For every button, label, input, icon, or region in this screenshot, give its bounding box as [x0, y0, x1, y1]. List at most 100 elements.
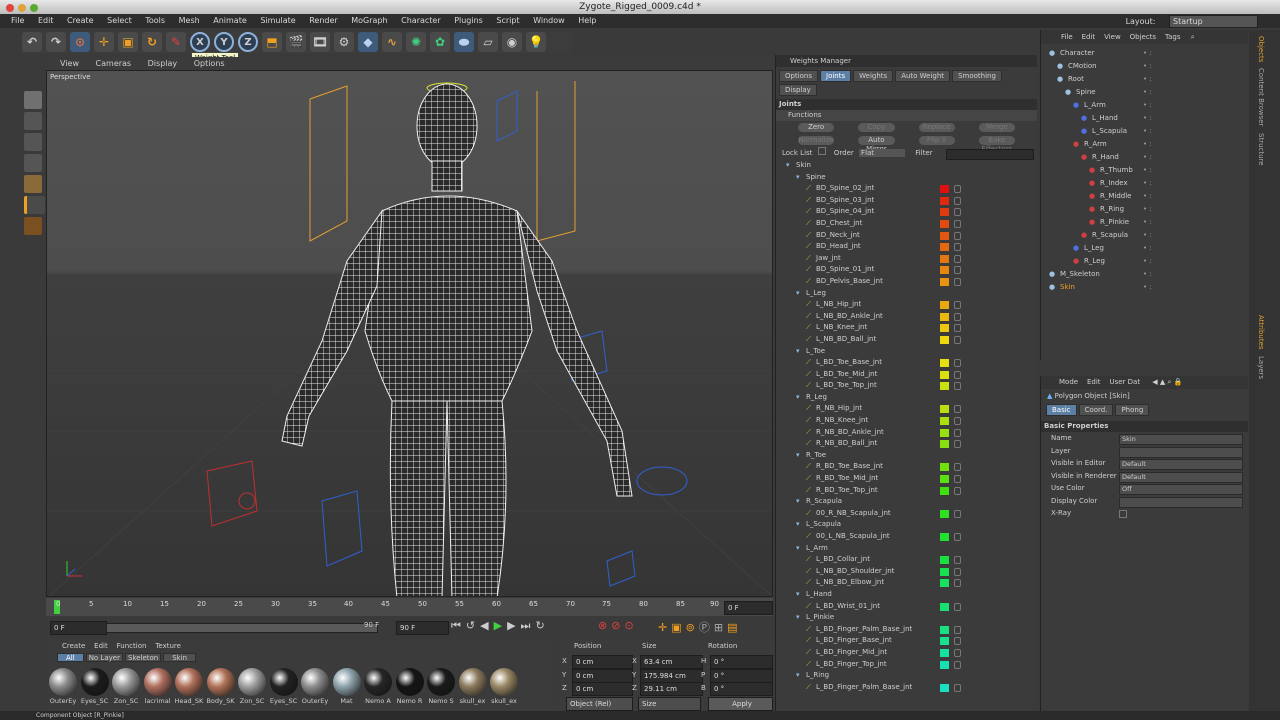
coordinate-system-icon[interactable]: ⬒	[262, 32, 282, 52]
joint-row[interactable]: ⟋ BD_Neck_jnt	[780, 230, 1037, 242]
joint-color-swatch[interactable]	[940, 463, 949, 472]
joint-color-swatch[interactable]	[940, 440, 949, 449]
joint-color-swatch[interactable]	[940, 254, 949, 263]
joint-row[interactable]: ⟋ L_BD_Finger_Base_jnt	[780, 635, 1037, 647]
order-select[interactable]: Flat	[859, 149, 906, 157]
scale-key-icon[interactable]: ▣	[671, 621, 685, 634]
object-row[interactable]: ● Skin • :	[1041, 281, 1248, 294]
joint-row[interactable]: ⟋ L_NB_BD_Shoulder_jnt	[780, 566, 1037, 578]
render-view-icon[interactable]: 🎬	[286, 32, 306, 52]
mograph-cloner-icon[interactable]: ✿	[430, 32, 450, 52]
visibility-dots-icon[interactable]: • :	[1143, 112, 1152, 125]
joint-row[interactable]: ⟋ 00_R_NB_Scapula_jnt	[780, 508, 1037, 520]
object-row[interactable]: ● R_Pinkie • :	[1041, 216, 1248, 229]
object-row[interactable]: ● R_Ring • :	[1041, 203, 1248, 216]
material-swatch[interactable]	[364, 668, 392, 696]
expand-arrow-icon[interactable]: ▾	[786, 160, 796, 172]
joint-lock-icon[interactable]	[954, 277, 961, 286]
axis-mode-icon[interactable]	[24, 196, 45, 214]
joint-color-swatch[interactable]	[940, 243, 949, 252]
joint-color-swatch[interactable]	[940, 277, 949, 286]
joint-lock-icon[interactable]	[954, 324, 961, 333]
joint-row[interactable]: ⟋ R_NB_Knee_jnt	[780, 415, 1037, 427]
parameter-key-icon[interactable]: Ⓟ	[699, 621, 714, 634]
play-icon[interactable]: ▶	[494, 619, 507, 632]
object-row[interactable]: ● Spine • :	[1041, 86, 1248, 99]
joint-lock-icon[interactable]	[954, 405, 961, 414]
menu-animate[interactable]: Animate	[213, 16, 247, 25]
joint-group-row[interactable]: ▾ L_Arm	[780, 543, 1037, 555]
joint-group-row[interactable]: ▾ L_Hand	[780, 589, 1037, 601]
start-frame-field[interactable]: 0 F	[50, 621, 107, 635]
replace-button[interactable]: Replace	[918, 123, 955, 132]
joint-row[interactable]: ⟋ R_NB_BD_Ankle_jnt	[780, 427, 1037, 439]
deformer-icon[interactable]: ⬬	[454, 32, 474, 52]
visibility-dots-icon[interactable]: • :	[1143, 164, 1152, 177]
viewport-menu-display[interactable]: Display	[148, 59, 178, 68]
joint-lock-icon[interactable]	[954, 382, 961, 391]
joint-color-swatch[interactable]	[940, 509, 949, 518]
visibility-dots-icon[interactable]: • :	[1143, 151, 1152, 164]
next-frame-icon[interactable]: ▶	[507, 619, 520, 632]
object-row[interactable]: ● R_Middle • :	[1041, 190, 1248, 203]
visibility-dots-icon[interactable]: • :	[1143, 99, 1152, 112]
visibility-dots-icon[interactable]: • :	[1143, 47, 1152, 60]
size-field[interactable]: 29.11 cm	[640, 682, 703, 696]
joint-lock-icon[interactable]	[954, 428, 961, 437]
joint-row[interactable]: ⟋ L_BD_Toe_Base_jnt	[780, 357, 1037, 369]
menu-edit[interactable]: Edit	[38, 16, 54, 25]
material-menu-create[interactable]: Create	[62, 642, 85, 650]
joint-row[interactable]: ⟋ BD_Spine_02_jnt	[780, 183, 1037, 195]
expand-arrow-icon[interactable]: ▾	[796, 589, 806, 601]
rotation-field[interactable]: 0 °	[710, 668, 773, 683]
snap-icon[interactable]	[24, 217, 42, 235]
attribute-value[interactable]: Default	[1119, 471, 1243, 483]
joint-color-swatch[interactable]	[940, 486, 949, 495]
expand-arrow-icon[interactable]: ▾	[796, 450, 806, 462]
joint-color-swatch[interactable]	[940, 208, 949, 217]
object-row[interactable]: ● Root • :	[1041, 73, 1248, 86]
go-to-start-icon[interactable]: ⏮	[451, 619, 466, 632]
size-field[interactable]: 63.4 cm	[640, 655, 703, 669]
rotation-key-icon[interactable]: ⊚	[686, 621, 699, 634]
key-type-controls[interactable]: ✛▣⊚Ⓟ⊞▤	[658, 619, 741, 635]
joint-lock-icon[interactable]	[954, 556, 961, 565]
visibility-dots-icon[interactable]: • :	[1143, 268, 1152, 281]
visibility-dots-icon[interactable]: • :	[1143, 242, 1152, 255]
render-picture-viewer-icon[interactable]: 🎞	[310, 32, 330, 52]
object-row[interactable]: ● R_Leg • :	[1041, 255, 1248, 268]
attr-menu-user-data[interactable]: User Dat	[1109, 378, 1140, 386]
expand-arrow-icon[interactable]: ▾	[796, 288, 806, 300]
menu-character[interactable]: Character	[401, 16, 441, 25]
joint-group-row[interactable]: ▾ Skin	[780, 160, 1037, 172]
cube-object-icon[interactable]: ◆	[358, 32, 378, 52]
move-icon[interactable]: ✛	[94, 32, 114, 52]
joint-color-swatch[interactable]	[940, 625, 949, 634]
visibility-dots-icon[interactable]: • :	[1143, 190, 1152, 203]
coord-apply-button[interactable]: Apply	[708, 697, 773, 711]
viewport-menu-cameras[interactable]: Cameras	[96, 59, 132, 68]
object-row[interactable]: ● L_Leg • :	[1041, 242, 1248, 255]
expand-arrow-icon[interactable]: ▾	[796, 543, 806, 555]
joint-color-swatch[interactable]	[940, 312, 949, 321]
range-slider[interactable]	[106, 623, 378, 633]
joint-lock-icon[interactable]	[954, 301, 961, 310]
attribute-value[interactable]: Default	[1119, 459, 1243, 470]
side-tab-objects[interactable]: Objects	[1257, 36, 1265, 62]
expand-arrow-icon[interactable]: ▾	[796, 612, 806, 624]
object-row[interactable]: ● CMotion • :	[1041, 60, 1248, 73]
joint-lock-icon[interactable]	[954, 231, 961, 240]
joint-lock-icon[interactable]	[954, 567, 961, 576]
joint-color-swatch[interactable]	[940, 683, 949, 692]
side-tab-structure[interactable]: Structure	[1257, 133, 1265, 166]
menu-window[interactable]: Window	[533, 16, 565, 25]
filter-all[interactable]: All	[57, 653, 84, 662]
position-field[interactable]: 0 cm	[572, 682, 633, 696]
joint-row[interactable]: ⟋ BD_Spine_04_jnt	[780, 206, 1037, 218]
attr-tab-phong[interactable]: Phong	[1115, 404, 1150, 416]
redo-icon[interactable]: ↷	[46, 32, 66, 52]
material-swatch[interactable]	[490, 668, 518, 696]
joint-color-swatch[interactable]	[940, 301, 949, 310]
joint-color-swatch[interactable]	[940, 567, 949, 576]
viewport-menu-options[interactable]: Options	[194, 59, 225, 68]
